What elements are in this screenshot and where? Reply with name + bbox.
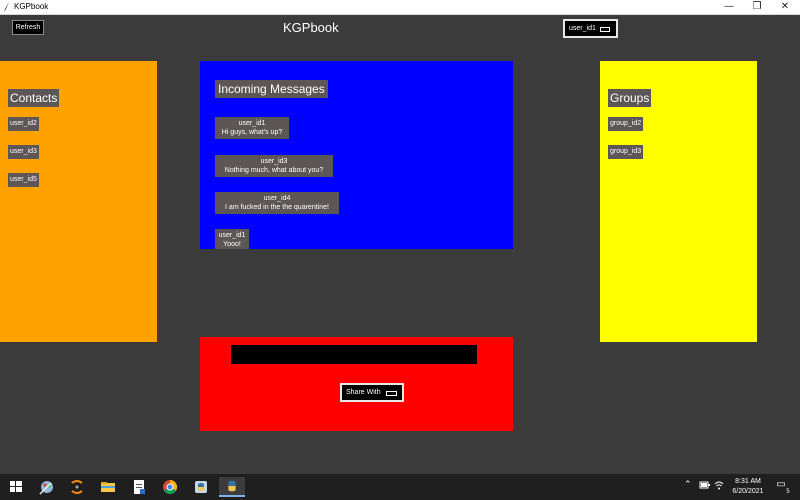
message-text: Hi guys, what's up?	[221, 129, 283, 136]
groups-heading: Groups	[608, 89, 652, 107]
dropdown-indicator-icon	[600, 27, 610, 32]
swirl-app-icon[interactable]	[66, 477, 88, 497]
notification-count: 5	[786, 488, 790, 495]
message-text: I am fucked in the the quarentine!	[225, 204, 329, 211]
chevron-up-icon[interactable]: ⌃	[684, 480, 692, 490]
chrome-icon[interactable]	[159, 477, 181, 497]
contacts-heading: Contacts	[8, 89, 60, 107]
contact-item[interactable]: user_id2	[8, 117, 39, 131]
windows-start-icon[interactable]	[5, 477, 27, 497]
contacts-panel: Contacts user_id2 user_id3 user_id5	[0, 61, 157, 342]
groups-panel: Groups group_id2 group_id3	[600, 61, 757, 342]
window-titlebar: KGPbook — ❐ ✕	[0, 0, 800, 15]
message-sender: user_id3	[260, 158, 288, 165]
message-item: user_id4 I am fucked in the the quarenti…	[215, 192, 339, 214]
message-item: user_id3 Nothing much, what about you?	[215, 155, 333, 177]
user-select[interactable]: user_id1	[563, 19, 618, 38]
wifi-icon[interactable]	[714, 480, 724, 490]
messages-heading: Incoming Messages	[215, 80, 328, 98]
message-item: user_id1 Yooo!	[215, 229, 249, 249]
message-input[interactable]	[231, 345, 477, 364]
file-explorer-icon[interactable]	[97, 477, 119, 497]
message-sender: user_id1	[218, 232, 246, 239]
minimize-button[interactable]: —	[714, 0, 744, 14]
paint-icon[interactable]	[36, 477, 58, 497]
message-sender: user_id4	[263, 195, 291, 202]
close-button[interactable]: ✕	[770, 0, 800, 14]
refresh-button[interactable]: Refresh	[12, 20, 44, 35]
feather-app-icon	[4, 2, 9, 12]
share-with-select[interactable]: Share With	[340, 383, 404, 402]
document-app-icon[interactable]	[128, 477, 150, 497]
window-title: KGPbook	[14, 2, 49, 11]
compose-panel: Share With	[200, 337, 513, 431]
group-item[interactable]: group_id2	[608, 117, 644, 131]
clock-time: 8:31 AM	[735, 478, 761, 485]
group-item[interactable]: group_id3	[608, 145, 644, 159]
clock-date: 6/20/2021	[732, 488, 764, 495]
contact-item[interactable]: user_id5	[8, 173, 39, 187]
app-title: KGPbook	[283, 20, 339, 35]
battery-icon[interactable]	[699, 480, 711, 490]
notification-center-button[interactable]: ▭ 5	[773, 479, 790, 495]
maximize-button[interactable]: ❐	[742, 0, 772, 14]
notification-icon: ▭	[776, 479, 786, 490]
message-text: Yooo!	[223, 241, 241, 248]
taskbar: ⌃ 8:31 AM 6/20/2021 ▭ 5	[0, 474, 800, 500]
messages-panel: Incoming Messages user_id1 Hi guys, what…	[200, 61, 513, 249]
contact-item[interactable]: user_id3	[8, 145, 39, 159]
share-with-label: Share With	[346, 389, 381, 396]
user-select-value: user_id1	[569, 25, 596, 32]
python-app-icon[interactable]	[219, 477, 245, 497]
message-item: user_id1 Hi guys, what's up?	[215, 117, 289, 139]
message-text: Nothing much, what about you?	[224, 167, 324, 174]
dropdown-indicator-icon	[386, 391, 397, 396]
python-idle-icon[interactable]	[190, 477, 212, 497]
message-sender: user_id1	[238, 120, 266, 127]
taskbar-clock[interactable]: 8:31 AM 6/20/2021	[726, 477, 770, 497]
